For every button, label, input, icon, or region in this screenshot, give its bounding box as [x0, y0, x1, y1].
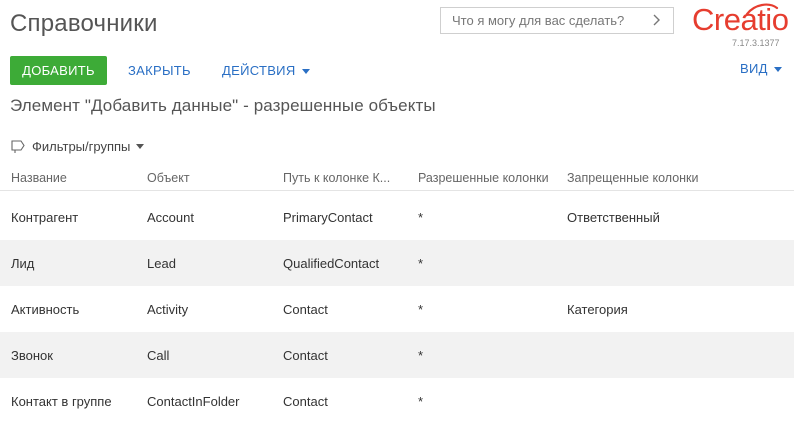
view-button[interactable]: ВИД: [740, 61, 782, 76]
column-header-contact-path[interactable]: Путь к колонке К...: [283, 171, 408, 185]
cell-contact-path: QualifiedContact: [283, 256, 380, 271]
table-row[interactable]: Лид Lead QualifiedContact *: [0, 240, 794, 286]
cell-denied-columns: Ответственный: [567, 210, 660, 225]
cell-allowed-columns: *: [418, 256, 424, 271]
cell-contact-path: Contact: [283, 394, 328, 409]
creatio-logo: Creatio: [692, 2, 789, 40]
actions-button[interactable]: ДЕЙСТВИЯ: [222, 63, 310, 78]
section-subtitle: Элемент "Добавить данные" - разрешенные …: [10, 96, 436, 115]
table-row[interactable]: Звонок Call Contact *: [0, 332, 794, 378]
view-label: ВИД: [740, 61, 768, 76]
cell-name: Контрагент: [11, 210, 79, 225]
close-button[interactable]: ЗАКРЫТЬ: [128, 63, 191, 78]
add-button[interactable]: ДОБАВИТЬ: [10, 56, 107, 85]
column-header-object[interactable]: Объект: [147, 171, 272, 185]
caret-down-icon: [301, 68, 310, 74]
grid-header: Название Объект Путь к колонке К... Разр…: [0, 165, 794, 191]
cell-contact-path: Contact: [283, 348, 328, 363]
search-box[interactable]: [440, 7, 674, 34]
cell-name: Лид: [11, 256, 35, 271]
search-input[interactable]: [441, 8, 641, 33]
logo-swoosh-icon: [745, 3, 779, 16]
version-label: 7.17.3.1377: [732, 38, 780, 48]
caret-down-icon: [773, 66, 782, 72]
caret-down-icon: [136, 143, 145, 149]
actions-label: ДЕЙСТВИЯ: [222, 63, 296, 78]
cell-object: Activity: [147, 302, 189, 317]
filter-tag-icon: [11, 140, 25, 153]
cell-contact-path: Contact: [283, 302, 328, 317]
cell-contact-path: PrimaryContact: [283, 210, 373, 225]
cell-allowed-columns: *: [418, 302, 424, 317]
cell-name: Контакт в группе: [11, 394, 112, 409]
filters-groups-button[interactable]: Фильтры/группы: [10, 138, 145, 154]
table-row[interactable]: Активность Activity Contact * Категория: [0, 286, 794, 332]
cell-denied-columns: Категория: [567, 302, 628, 317]
table-row[interactable]: Контрагент Account PrimaryContact * Отве…: [0, 194, 794, 240]
filters-label: Фильтры/группы: [32, 138, 131, 154]
table-row[interactable]: Контакт в группе ContactInFolder Contact…: [0, 378, 794, 424]
cell-object: Call: [147, 348, 170, 363]
cell-object: Lead: [147, 256, 176, 271]
cell-name: Активность: [11, 302, 80, 317]
cell-allowed-columns: *: [418, 348, 424, 363]
cell-name: Звонок: [11, 348, 53, 363]
column-header-allowed-columns[interactable]: Разрешенные колонки: [418, 171, 558, 185]
cell-allowed-columns: *: [418, 210, 424, 225]
chevron-right-icon[interactable]: [649, 13, 663, 27]
page-title: Справочники: [10, 10, 158, 37]
cell-allowed-columns: *: [418, 394, 424, 409]
column-header-name[interactable]: Название: [11, 171, 136, 185]
cell-object: ContactInFolder: [147, 394, 240, 409]
cell-object: Account: [147, 210, 194, 225]
column-header-denied-columns[interactable]: Запрещенные колонки: [567, 171, 767, 185]
